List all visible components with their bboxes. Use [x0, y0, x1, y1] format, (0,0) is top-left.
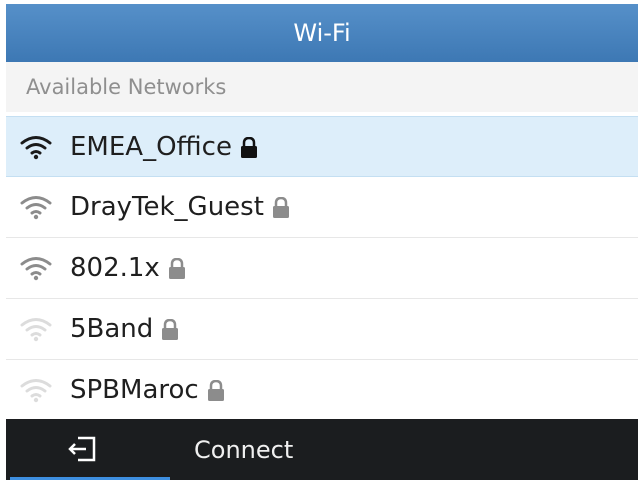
- network-row[interactable]: DrayTek_Guest: [6, 177, 638, 238]
- network-row[interactable]: 5Band: [6, 299, 638, 360]
- page-title: Wi-Fi: [293, 19, 351, 47]
- network-list: EMEA_Office DrayTek_Guest 802.1x 5Band SPBMa…: [6, 116, 638, 421]
- network-row[interactable]: EMEA_Office: [6, 116, 638, 177]
- wifi-signal-icon: [20, 255, 52, 281]
- lock-icon: [207, 379, 225, 401]
- wifi-signal-icon: [20, 134, 52, 160]
- section-label: Available Networks: [26, 75, 227, 99]
- lock-icon: [168, 257, 186, 279]
- network-row[interactable]: SPBMaroc: [6, 360, 638, 421]
- lock-icon: [161, 318, 179, 340]
- title-bar: Wi-Fi: [6, 4, 638, 62]
- network-ssid: 802.1x: [70, 253, 160, 283]
- connect-button[interactable]: Connect: [194, 419, 293, 480]
- wifi-signal-icon: [20, 194, 52, 220]
- network-ssid: EMEA_Office: [70, 131, 232, 162]
- lock-icon: [272, 196, 290, 218]
- bottom-bar: Connect: [6, 419, 638, 480]
- lock-icon: [240, 136, 258, 158]
- network-ssid: SPBMaroc: [70, 375, 199, 405]
- exit-icon[interactable]: [66, 433, 100, 465]
- wifi-signal-icon: [20, 316, 52, 342]
- network-ssid: DrayTek_Guest: [70, 192, 264, 222]
- wifi-signal-icon: [20, 377, 52, 403]
- network-row[interactable]: 802.1x: [6, 238, 638, 299]
- network-ssid: 5Band: [70, 314, 154, 344]
- section-header: Available Networks: [6, 62, 638, 112]
